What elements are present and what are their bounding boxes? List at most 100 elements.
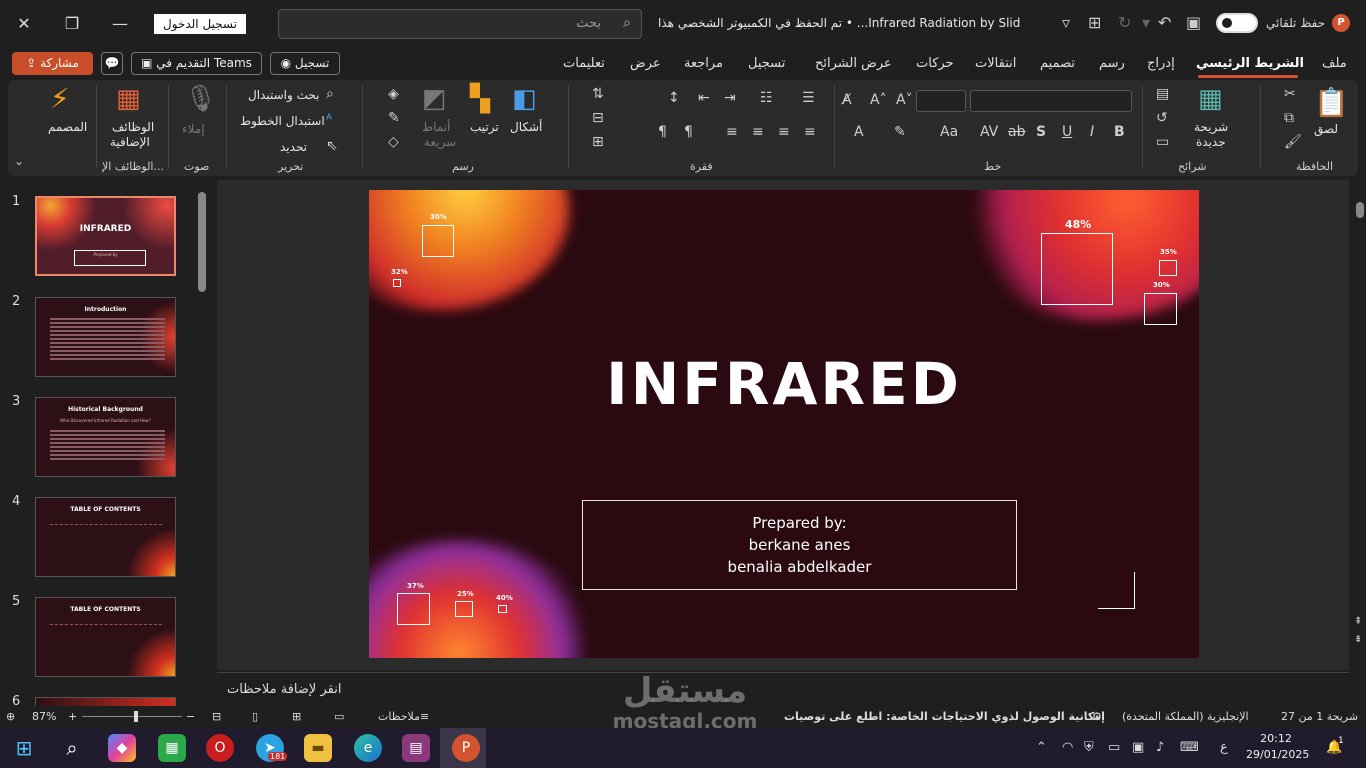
align-center-icon[interactable]: ≡ [778, 124, 790, 140]
zoom-slider-thumb[interactable] [134, 711, 138, 722]
bold-icon[interactable]: B [1114, 124, 1125, 140]
present-icon[interactable]: ⊞ [1088, 13, 1101, 32]
slideshow-view-icon[interactable]: ⊟ [212, 710, 221, 723]
font-name-select[interactable] [970, 90, 1132, 112]
fit-to-window-icon[interactable]: ⊕ [6, 710, 15, 723]
save-icon[interactable]: ▣ [1186, 13, 1201, 32]
input-language[interactable]: ع [1220, 740, 1228, 755]
slide-thumbnail-5[interactable]: TABLE OF CONTENTS [35, 597, 176, 677]
notes-pane[interactable]: انقر لإضافة ملاحظات [217, 672, 1349, 706]
copy-icon[interactable]: ⧉ [1284, 110, 1294, 126]
select-icon[interactable]: ⇖ [326, 138, 338, 154]
opera-icon[interactable]: O [206, 734, 234, 762]
search-input[interactable]: بحث ⌕ [278, 9, 642, 39]
addins-icon[interactable]: ▦ [116, 84, 141, 114]
record-button[interactable]: ◉ تسجيل [270, 52, 340, 75]
character-spacing-icon[interactable]: AV [980, 124, 998, 140]
collapse-ribbon-icon[interactable]: ⌄ [14, 154, 24, 168]
language-indicator[interactable]: الإنجليزية (المملكة المتحدة) [1122, 710, 1249, 723]
format-painter-icon[interactable]: 🖌 [1284, 134, 1302, 150]
justify-icon[interactable]: ≡ [726, 124, 738, 140]
layout-icon[interactable]: ▤ [1156, 86, 1169, 102]
canvas-scrollbar[interactable]: ⇞ ⇟ [1353, 180, 1366, 670]
customize-toolbar-icon[interactable]: ▿ [1062, 13, 1070, 32]
italic-icon[interactable]: I [1090, 124, 1094, 140]
share-button[interactable]: ⇪ مشاركة [12, 52, 93, 75]
volume-icon[interactable]: ♪ [1156, 740, 1164, 755]
file-explorer-icon[interactable]: ▬ [304, 734, 332, 762]
microphone-icon[interactable]: 🎙 [184, 84, 217, 114]
smartart-icon[interactable]: ⊞ [592, 134, 604, 150]
addins-label-2[interactable]: الإضافية [110, 135, 150, 149]
quick-styles-icon[interactable]: ◩ [422, 84, 447, 114]
increase-font-icon[interactable]: A˄ [870, 92, 887, 108]
align-text-icon[interactable]: ⊟ [592, 110, 604, 126]
accessibility-status[interactable]: إمكانية الوصول لذوي الاحتياجات الخاصة: ا… [784, 710, 1105, 723]
section-icon[interactable]: ▭ [1156, 134, 1169, 150]
security-icon[interactable]: ⛨ [1084, 740, 1094, 755]
increase-indent-icon[interactable]: ⇥ [724, 90, 736, 106]
undo-icon[interactable]: ↶ [1158, 13, 1171, 32]
find-replace-label[interactable]: بحث واستبدال [248, 88, 319, 102]
copilot-icon[interactable]: ◆ [108, 734, 136, 762]
tab-draw[interactable]: رسم [1099, 56, 1125, 71]
cut-icon[interactable]: ✂ [1284, 86, 1296, 102]
line-spacing-icon[interactable]: ↕ [668, 90, 680, 106]
quick-styles-label-1[interactable]: أنماط [422, 120, 450, 134]
tab-home[interactable]: الشريط الرئيسي [1196, 56, 1304, 71]
tab-help[interactable]: تعليمات [563, 56, 605, 71]
paste-label[interactable]: لصق [1314, 122, 1338, 136]
normal-view-icon[interactable]: ▭ [334, 710, 344, 723]
replace-fonts-label[interactable]: استبدال الخطوط [240, 114, 325, 128]
keyboard-icon[interactable]: ⌨ [1180, 740, 1199, 755]
thumbnails-scrollbar[interactable] [198, 192, 206, 292]
paste-icon[interactable]: 📋 [1314, 86, 1349, 119]
slide-thumbnail-3[interactable]: Historical Background Who Discovered Inf… [35, 397, 176, 477]
font-size-select[interactable] [916, 90, 966, 112]
find-icon[interactable]: ⌕ [326, 86, 334, 102]
tab-record[interactable]: تسجيل [748, 56, 785, 71]
slide-thumbnail-4[interactable]: TABLE OF CONTENTS [35, 497, 176, 577]
strikethrough-icon[interactable]: ab [1008, 124, 1025, 140]
search-taskbar-icon[interactable]: ⌕ [58, 734, 86, 762]
change-case-icon[interactable]: Aa [940, 124, 958, 140]
clock[interactable]: 20:12 29/01/2025 [1246, 731, 1309, 763]
network-icon[interactable]: ▣ [1132, 740, 1144, 755]
document-title[interactable]: Infrared Radiation by Slid... • تم الحفظ… [658, 16, 1020, 30]
numbering-icon[interactable]: ☷ [760, 90, 773, 106]
start-windows-icon[interactable]: ⊞ [10, 734, 38, 762]
tab-review[interactable]: مراجعة [684, 56, 723, 71]
tab-slideshow[interactable]: عرض الشرائح [815, 56, 892, 71]
tab-design[interactable]: تصميم [1040, 56, 1075, 71]
clear-formatting-icon[interactable]: A̸ [842, 92, 852, 108]
previous-slide-icon[interactable]: ⇞ [1354, 616, 1362, 627]
zoom-level[interactable]: 87% [32, 710, 56, 723]
new-slide-label-2[interactable]: جديدة [1196, 135, 1226, 149]
scroll-thumb[interactable] [1356, 202, 1364, 218]
tab-insert[interactable]: إدراج [1147, 56, 1175, 71]
shapes-icon[interactable]: ◧ [512, 84, 537, 114]
minimize-window-icon[interactable]: — [104, 8, 136, 40]
designer-icon[interactable]: ⚡ [50, 82, 70, 115]
zoom-out-icon[interactable]: − [186, 710, 195, 723]
slide-thumbnail-1[interactable]: INFRARED Prepared by [35, 196, 176, 276]
highlight-icon[interactable]: ✎ [894, 124, 906, 140]
shapes-label[interactable]: أشكال [510, 120, 542, 134]
current-slide[interactable]: 30% 32% 48% 35% 30% INFRARED Prepared by… [369, 190, 1199, 658]
underline-icon[interactable]: U [1062, 124, 1072, 140]
shape-fill-icon[interactable]: ◈ [388, 86, 399, 102]
shadow-icon[interactable]: S [1036, 124, 1046, 140]
select-label[interactable]: تحديد [280, 140, 307, 154]
decrease-indent-icon[interactable]: ⇤ [698, 90, 710, 106]
align-left-icon[interactable]: ≡ [752, 124, 764, 140]
slide-sorter-icon[interactable]: ⊞ [292, 710, 301, 723]
slide-title[interactable]: INFRARED [369, 350, 1199, 418]
slide-thumbnail-2[interactable]: Introduction [35, 297, 176, 377]
wifi-icon[interactable]: ◠ [1062, 740, 1073, 755]
autosave-toggle[interactable] [1216, 13, 1258, 33]
arrange-icon[interactable]: ▚ [470, 84, 490, 114]
addins-label-1[interactable]: الوظائف [112, 120, 154, 134]
bullets-icon[interactable]: ☰ [802, 90, 815, 106]
comments-button[interactable]: 💬 [101, 52, 123, 75]
notes-icon[interactable]: ≡ [420, 710, 429, 723]
